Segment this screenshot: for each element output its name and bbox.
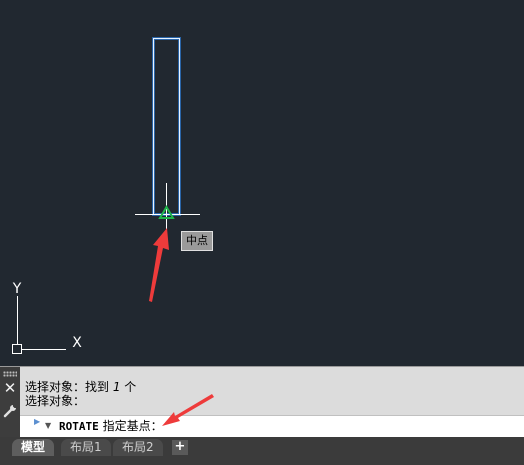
- ucs-x-label: X: [72, 335, 82, 351]
- drawing-svg: Y X: [12, 37, 200, 354]
- command-prompt-arrow-icon: ▶: [34, 417, 41, 426]
- tab-model[interactable]: 模型: [12, 439, 55, 456]
- tab-layout2[interactable]: 布局2: [113, 439, 163, 456]
- annotation-arrow-command: [162, 394, 214, 426]
- drawing-canvas[interactable]: Y X 中点: [0, 0, 524, 366]
- layout-tabs-bar: 模型 布局1 布局2 +: [0, 437, 524, 465]
- ucs-y-label: Y: [12, 281, 22, 297]
- command-history: 选择对象：找到 1 个 选择对象：: [25, 380, 136, 408]
- command-line-panel: ✕ 选择对象：找到 1 个 选择对象： ▶ ▼ ROTATE 指定基点：: [0, 366, 524, 438]
- add-layout-button[interactable]: +: [172, 440, 188, 455]
- command-line-sidebar: ✕: [0, 367, 20, 438]
- command-prompt-text: ROTATE 指定基点：: [59, 419, 163, 433]
- snap-tooltip: 中点: [181, 231, 213, 251]
- close-icon[interactable]: ✕: [2, 380, 18, 396]
- cad-window: Y X 中点 ✕ 选择对象：找到 1 个 选择对象： ▶ ▼ ROTATE 指定…: [0, 0, 524, 465]
- wrench-icon[interactable]: [2, 403, 18, 419]
- tab-layout1[interactable]: 布局1: [61, 439, 111, 456]
- grip-handle-icon[interactable]: [3, 371, 17, 377]
- history-line: 选择对象：找到 1 个: [25, 380, 137, 394]
- command-input[interactable]: ▶ ▼ ROTATE 指定基点：: [20, 394, 524, 437]
- command-history-dropdown-icon[interactable]: ▼: [45, 421, 51, 430]
- annotation-arrow-snap: [149, 228, 169, 302]
- history-line: 选择对象：: [25, 394, 86, 408]
- ucs-icon: [12, 296, 66, 354]
